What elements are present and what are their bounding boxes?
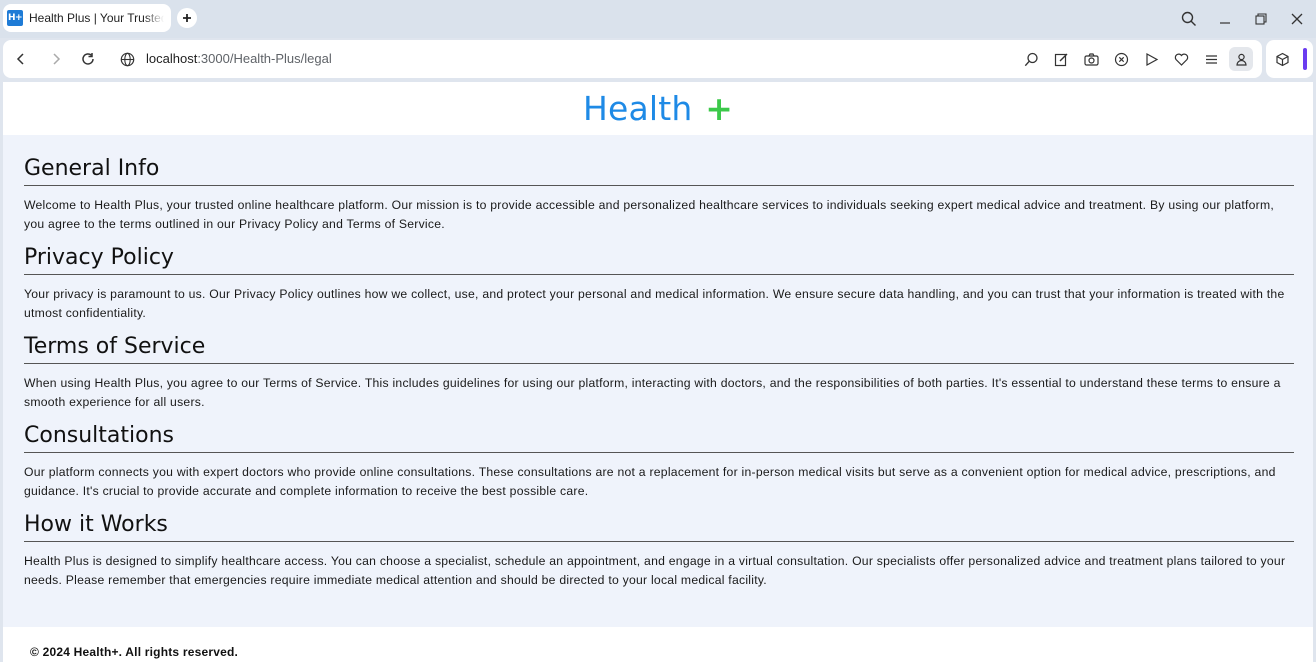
section-heading: Terms of Service <box>24 331 1294 364</box>
edit-button[interactable] <box>1052 50 1070 68</box>
extensions-button[interactable] <box>1273 50 1291 68</box>
adblock-button[interactable] <box>1112 50 1130 68</box>
send-button[interactable] <box>1142 50 1160 68</box>
tab-title: Health Plus | Your Trusted <box>29 11 164 25</box>
send-icon <box>1145 52 1158 66</box>
tab-strip: H+ Health Plus | Your Trusted <box>0 0 1316 38</box>
back-button[interactable] <box>11 49 31 69</box>
section-heading: How it Works <box>24 509 1294 542</box>
page-viewport: Health + General Info Welcome to Health … <box>3 82 1313 662</box>
section-body: Health Plus is designed to simplify heal… <box>24 554 1286 587</box>
site-header: Health + <box>3 82 1313 135</box>
forward-button[interactable] <box>46 49 66 69</box>
profile-icon <box>1235 53 1247 66</box>
section-body: When using Health Plus, you agree to our… <box>24 376 1281 409</box>
url-path: :3000/Health-Plus/legal <box>197 51 332 66</box>
minimize-button[interactable] <box>1214 8 1236 30</box>
section-how-it-works: How it Works Health Plus is designed to … <box>24 509 1294 590</box>
reload-icon <box>82 53 94 65</box>
edit-icon <box>1054 53 1067 66</box>
side-panel <box>1266 40 1313 78</box>
minimize-icon <box>1220 22 1230 24</box>
favicon-icon: H+ <box>7 10 23 26</box>
menu-icon <box>1205 54 1217 64</box>
cube-icon <box>1275 52 1289 66</box>
section-heading: Consultations <box>24 420 1294 453</box>
favorites-button[interactable] <box>1172 50 1190 68</box>
site-footer: © 2024 Health+. All rights reserved. <box>3 627 1313 662</box>
url-host: localhost <box>146 51 198 66</box>
menu-button[interactable] <box>1202 50 1220 68</box>
camera-icon <box>1083 52 1099 66</box>
site-logo[interactable]: Health + <box>583 89 733 128</box>
new-tab-button[interactable] <box>177 8 197 28</box>
reload-button[interactable] <box>78 49 98 69</box>
legal-content: General Info Welcome to Health Plus, you… <box>3 135 1313 627</box>
logo-text: Health <box>582 89 693 128</box>
back-icon <box>16 53 24 65</box>
browser-tab[interactable]: H+ Health Plus | Your Trusted <box>3 4 171 32</box>
logo-plus: + <box>705 89 734 128</box>
site-info-button[interactable] <box>117 49 137 69</box>
heart-icon <box>1174 53 1188 66</box>
section-heading: Privacy Policy <box>24 242 1294 275</box>
address-toolbar: localhost:3000/Health-Plus/legal <box>3 40 1262 78</box>
site-info-icon <box>120 52 134 66</box>
tab-search-button[interactable] <box>1178 8 1200 30</box>
section-consultations: Consultations Our platform connects you … <box>24 420 1294 501</box>
profile-button[interactable] <box>1229 47 1253 71</box>
section-heading: General Info <box>24 153 1294 186</box>
forward-icon <box>53 53 61 65</box>
section-terms-of-service: Terms of Service When using Health Plus,… <box>24 331 1294 412</box>
shield-icon <box>1114 52 1128 66</box>
section-body: Your privacy is paramount to us. Our Pri… <box>24 287 1285 320</box>
side-panel-indicator <box>1303 48 1307 70</box>
find-button[interactable] <box>1022 50 1040 68</box>
plus-icon <box>183 14 191 22</box>
url-field[interactable]: localhost:3000/Health-Plus/legal <box>146 51 332 66</box>
section-body: Welcome to Health Plus, your trusted onl… <box>24 198 1274 231</box>
search-icon <box>1181 11 1196 26</box>
section-privacy-policy: Privacy Policy Your privacy is paramount… <box>24 242 1294 323</box>
close-icon <box>1291 13 1303 25</box>
restore-button[interactable] <box>1250 8 1272 30</box>
search-icon <box>1024 52 1038 66</box>
screenshot-button[interactable] <box>1082 50 1100 68</box>
restore-icon <box>1255 13 1267 25</box>
section-general-info: General Info Welcome to Health Plus, you… <box>24 153 1294 234</box>
section-body: Our platform connects you with expert do… <box>24 465 1276 498</box>
close-window-button[interactable] <box>1286 8 1308 30</box>
copyright-text: © 2024 Health+. All rights reserved. <box>30 645 239 659</box>
